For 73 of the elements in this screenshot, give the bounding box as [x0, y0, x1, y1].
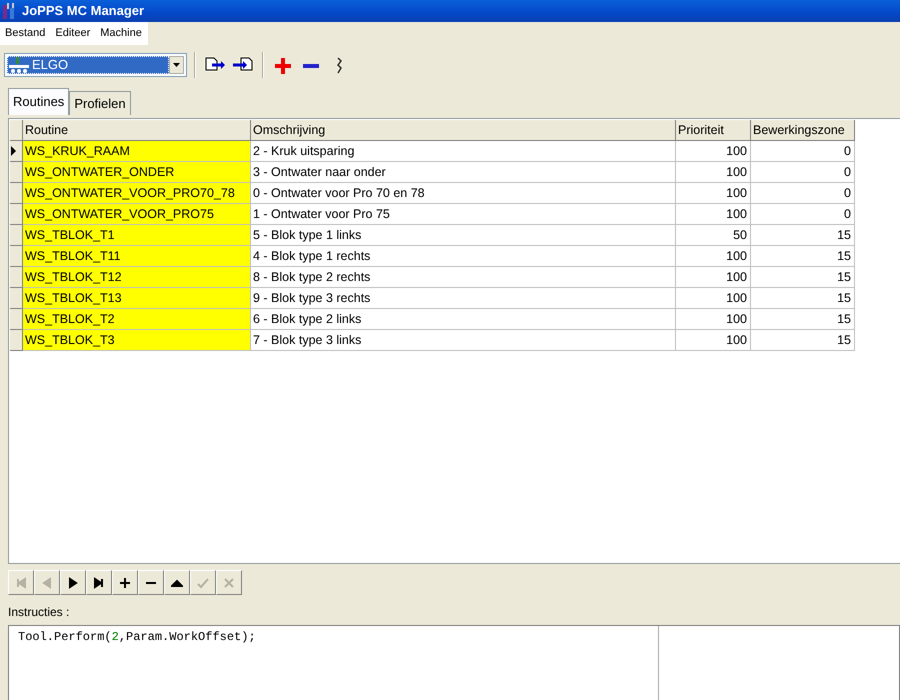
- table-cell: WS_TBLOK_T11: [23, 246, 251, 267]
- table-cell: 15: [751, 330, 855, 351]
- table-cell: 15: [751, 225, 855, 246]
- plus-icon[interactable]: [272, 55, 294, 75]
- machine-icon: [8, 56, 30, 74]
- column-header[interactable]: Bewerkingszone: [751, 120, 855, 141]
- table-cell: WS_TBLOK_T13: [23, 288, 251, 309]
- table-cell: 2 - Kruk uitsparing: [251, 141, 676, 162]
- last-icon: [93, 576, 105, 588]
- table-cell: 0: [751, 204, 855, 225]
- table-cell: 100: [676, 246, 751, 267]
- table-cell: WS_ONTWATER_ONDER: [23, 162, 251, 183]
- table-cell: 9 - Blok type 3 rechts: [251, 288, 676, 309]
- minus-button[interactable]: [138, 570, 164, 595]
- caret-icon: [173, 63, 180, 67]
- table-cell: 4 - Blok type 1 rechts: [251, 246, 676, 267]
- table-cell: 15: [751, 309, 855, 330]
- table-cell: 1 - Ontwater voor Pro 75: [251, 204, 676, 225]
- code-editor[interactable]: Tool.Perform(2,Param.WorkOffset);: [8, 625, 900, 700]
- table-cell: 100: [676, 267, 751, 288]
- column-header[interactable]: Prioriteit: [676, 120, 751, 141]
- previous-icon: [41, 576, 53, 588]
- table-cell: WS_TBLOK_T1: [23, 225, 251, 246]
- play-icon: [67, 576, 79, 588]
- checkmark-icon: [197, 576, 209, 588]
- table-cell: 100: [676, 288, 751, 309]
- table-cell: 3 - Ontwater naar onder: [251, 162, 676, 183]
- window-title: JoPPS MC Manager: [22, 2, 144, 20]
- row-selector[interactable]: [10, 141, 23, 162]
- plus-button[interactable]: [112, 570, 138, 595]
- tab[interactable]: Profielen: [69, 90, 131, 115]
- plus-icon: [119, 576, 131, 588]
- table-cell: 0 - Ontwater voor Pro 70 en 78: [251, 183, 676, 204]
- tab[interactable]: Routines: [8, 88, 70, 115]
- last-button[interactable]: [86, 570, 112, 595]
- table-cell: WS_TBLOK_T3: [23, 330, 251, 351]
- table-cell: 100: [676, 309, 751, 330]
- table-cell: 5 - Blok type 1 links: [251, 225, 676, 246]
- table-cell: 15: [751, 267, 855, 288]
- table-cell: 100: [676, 162, 751, 183]
- column-header[interactable]: Routine: [23, 120, 251, 141]
- menu-item[interactable]: Machine: [95, 25, 147, 42]
- table-cell: 6 - Blok type 2 links: [251, 309, 676, 330]
- dropdown-value: ELGO: [32, 56, 68, 74]
- table-cell: WS_TBLOK_T12: [23, 267, 251, 288]
- column-header[interactable]: Omschrijving: [251, 120, 676, 141]
- table-cell: WS_KRUK_RAAM: [23, 141, 251, 162]
- menu-item[interactable]: Editeer: [50, 25, 96, 42]
- current-row-icon: [10, 146, 16, 156]
- menu-item[interactable]: Bestand: [0, 25, 50, 42]
- table-cell: 50: [676, 225, 751, 246]
- table-cell: 15: [751, 288, 855, 309]
- grid-corner: [10, 120, 23, 141]
- machine-dropdown[interactable]: ELGO: [4, 53, 187, 77]
- table-cell: 15: [751, 246, 855, 267]
- code-line: Tool.Perform(2,Param.WorkOffset);: [18, 630, 256, 644]
- table-cell: 0: [751, 141, 855, 162]
- table-cell: 7 - Blok type 3 links: [251, 330, 676, 351]
- table-cell: WS_ONTWATER_VOOR_PRO75: [23, 204, 251, 225]
- table-cell: 100: [676, 183, 751, 204]
- table-cell: WS_TBLOK_T2: [23, 309, 251, 330]
- table-cell: 0: [751, 183, 855, 204]
- up-triangle-button[interactable]: [164, 570, 190, 595]
- table-cell: 100: [676, 204, 751, 225]
- table-cell: WS_ONTWATER_VOOR_PRO70_78: [23, 183, 251, 204]
- play-button[interactable]: [60, 570, 86, 595]
- instructions-label: Instructies :: [8, 604, 70, 621]
- table-cell: 100: [676, 330, 751, 351]
- table-cell: 0: [751, 162, 855, 183]
- table-cell: 8 - Blok type 2 rechts: [251, 267, 676, 288]
- first-icon: [15, 576, 27, 588]
- table-cell: 100: [676, 141, 751, 162]
- cross-icon: [223, 576, 235, 588]
